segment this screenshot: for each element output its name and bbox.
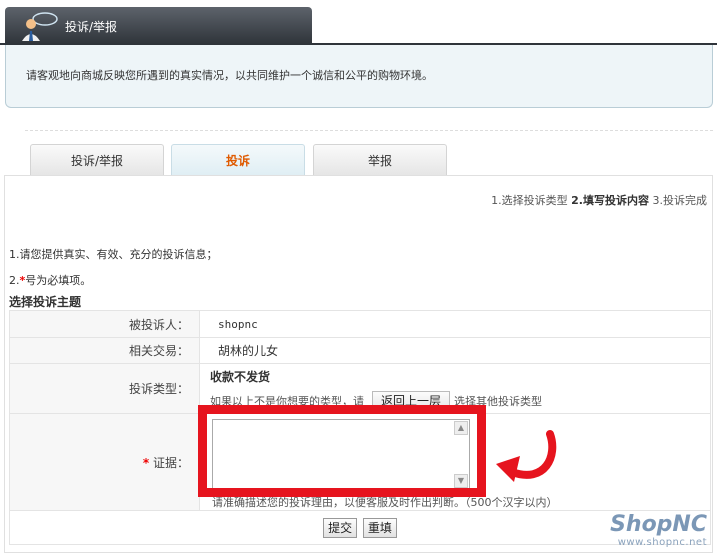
submit-button[interactable]: 提交 (323, 517, 358, 538)
red-arrow-icon (496, 430, 557, 482)
hint-line-1: 1.请您提供真实、有效、充分的投诉信息； (9, 248, 218, 261)
form-row-trade: 相关交易： 胡林的儿女 (9, 337, 711, 364)
type-value: 收款不发货 (210, 370, 271, 384)
type-label: 投诉类型： (9, 363, 200, 414)
trade-label: 相关交易： (9, 337, 200, 364)
hint-line-2: 2.*号为必填项。 (9, 272, 91, 288)
required-star: * (142, 455, 150, 470)
tab-report[interactable]: 举报 (313, 144, 447, 176)
tab-complaint[interactable]: 投诉 (171, 144, 305, 176)
reset-button[interactable]: 重填 (362, 517, 397, 538)
form-row-respondent: 被投诉人： shopnc (9, 310, 711, 338)
notice-text: 请客观地向商城反映您所遇到的真实情况，以共同维护一个诚信和公平的购物环境。 (26, 69, 433, 82)
evidence-label-cell: * 证据： (9, 413, 200, 511)
trade-value: 胡林的儿女 (218, 344, 279, 358)
highlight-box (198, 405, 486, 497)
section-title: 选择投诉主题 (9, 295, 82, 309)
page-title: 投诉/举报 (65, 20, 118, 34)
respondent-label: 被投诉人： (9, 310, 200, 338)
watermark: ShopNC www.shopnc.net (587, 512, 707, 548)
step-2-current: 2.填写投诉内容 (571, 194, 649, 207)
hint-prefix: 2. (9, 274, 20, 287)
watermark-url: www.shopnc.net (617, 537, 707, 548)
step-3: 3.投诉完成 (652, 194, 708, 207)
step-indicator: 1.选择投诉类型 2.填写投诉内容 3.投诉完成 (491, 192, 707, 208)
tab-complaint-report[interactable]: 投诉/举报 (30, 144, 164, 176)
watermark-brand: ShopNC (610, 512, 707, 537)
respondent-value: shopnc (218, 318, 258, 331)
step-1: 1.选择投诉类型 (491, 194, 568, 207)
complaint-person-icon (22, 12, 58, 41)
divider (25, 130, 713, 131)
evidence-label: 证据： (152, 455, 189, 470)
notice-box: 请客观地向商城反映您所遇到的真实情况，以共同维护一个诚信和公平的购物环境。 (5, 45, 713, 108)
title-bar: 投诉/举报 (5, 7, 312, 44)
hint-suffix: 号为必填项。 (25, 274, 92, 287)
